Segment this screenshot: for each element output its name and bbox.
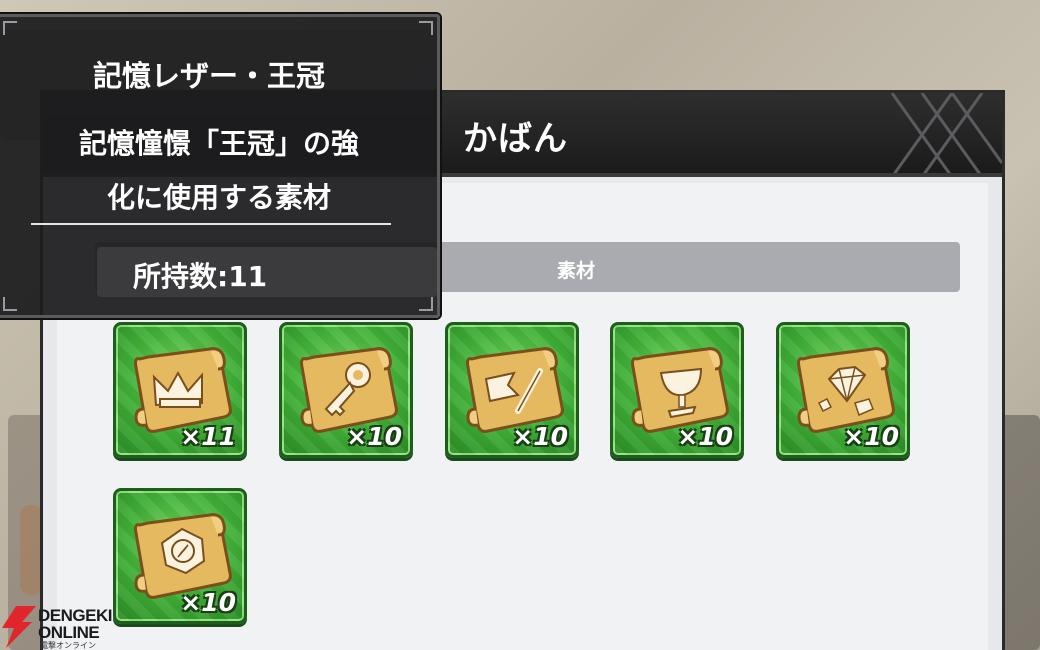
tooltip-corner [3, 21, 17, 35]
item-count: ×10 [677, 422, 733, 451]
lightning-icon [2, 606, 36, 648]
tooltip-description: 記憶憧憬「王冠」の強 化に使用する素材 [19, 117, 419, 225]
bag-title: かばん [463, 119, 568, 159]
item-count: ×10 [180, 588, 236, 617]
tooltip-corner [419, 21, 433, 35]
item-count: ×11 [180, 422, 236, 451]
item-slot[interactable]: ×10 [279, 322, 413, 458]
item-slot[interactable]: ×10 [113, 488, 247, 624]
tooltip-divider [31, 223, 391, 225]
item-tooltip: 記憶レザー・王冠 記憶憧憬「王冠」の強 化に使用する素材 所持数:11 [0, 14, 440, 318]
tooltip-description-line: 化に使用する素材 [106, 181, 331, 214]
owned-count: 所持数:11 [133, 260, 268, 293]
item-slot[interactable]: ×10 [610, 322, 744, 458]
tooltip-description-line: 記憶憧憬「王冠」の強 [78, 127, 359, 160]
tooltip-corner [419, 297, 433, 311]
background-blur [20, 505, 42, 595]
owned-count-bar: 所持数:11 [97, 247, 437, 297]
tooltip-corner [3, 297, 17, 311]
tooltip-item-name: 記憶レザー・王冠 [92, 59, 325, 93]
category-tab-label: 素材 [557, 260, 596, 282]
watermark-text: 電撃オンライン [40, 641, 96, 650]
item-count: ×10 [843, 422, 899, 451]
header-decoration [890, 93, 1002, 173]
item-slot[interactable]: ×11 [113, 322, 247, 458]
item-slot[interactable]: ×10 [445, 322, 579, 458]
item-count: ×10 [346, 422, 402, 451]
item-count: ×10 [512, 422, 568, 451]
item-slot[interactable]: ×10 [776, 322, 910, 458]
watermark-logo: DENGEKI ONLINE 電撃オンライン [0, 604, 130, 650]
